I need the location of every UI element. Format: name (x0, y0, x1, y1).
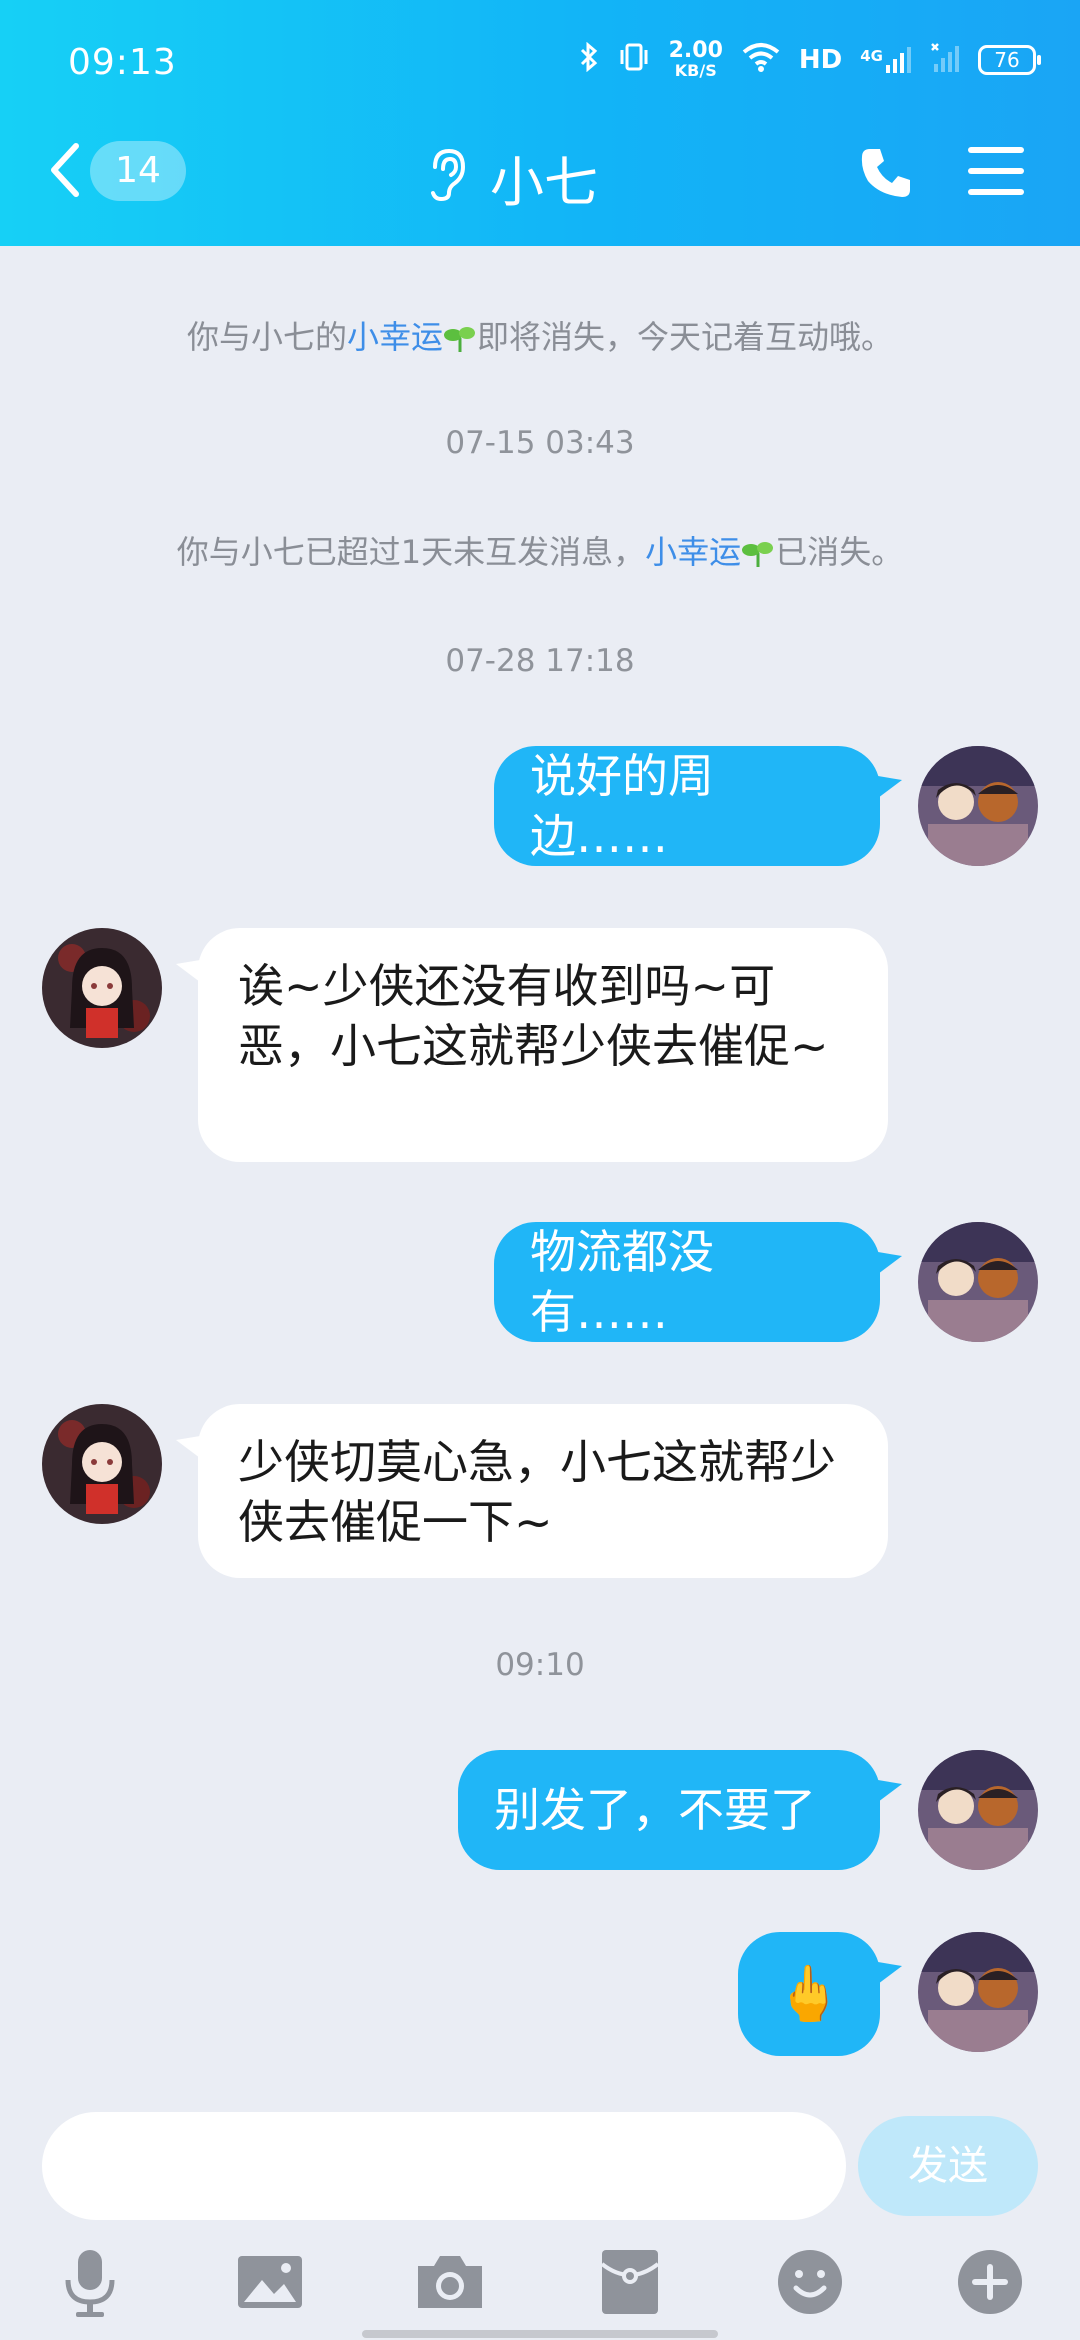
chat-title: 小七 (490, 151, 598, 214)
chat-toolbar (0, 2238, 1080, 2340)
battery-indicator: 76 (978, 45, 1041, 75)
signal-empty-icon (930, 42, 960, 79)
red-packet-icon[interactable] (594, 2246, 666, 2318)
bubble-tail (176, 960, 200, 982)
system-note-lucky-lost: 你与小七已超过1天未互发消息，小幸运 已消失。 (176, 533, 904, 571)
contact-avatar[interactable] (42, 1404, 162, 1524)
my-avatar[interactable] (918, 1932, 1038, 2052)
ear-icon[interactable] (425, 145, 469, 203)
contact-avatar[interactable] (42, 928, 162, 1048)
sprout-icon (444, 327, 475, 352)
timestamp: 09:10 (495, 1647, 585, 1683)
message-bubble-outgoing[interactable]: 说好的周边…… (494, 746, 880, 866)
timestamp: 07-28 17:18 (445, 643, 635, 679)
message-bubble-incoming[interactable]: 诶~少侠还没有收到吗~可恶，小七这就帮少侠去催促~ (198, 928, 888, 1162)
bubble-tail (878, 1252, 902, 1274)
hd-indicator: HD (798, 45, 843, 75)
vibrate-icon (617, 42, 651, 79)
status-icons: 2.00 KB/S HD 4G 76 (579, 38, 1041, 80)
sprout-icon (742, 542, 774, 567)
emoji-icon[interactable] (774, 2246, 846, 2318)
message-input[interactable] (42, 2112, 846, 2220)
back-arrow-icon[interactable] (46, 140, 82, 200)
unread-count-badge[interactable]: 14 (90, 141, 186, 201)
message-bubble-incoming[interactable]: 少侠切莫心急，小七这就帮少侠去催促一下~ (198, 1404, 888, 1578)
signal-4g-icon: 4G (860, 47, 912, 73)
lucky-link[interactable]: 小幸运 (347, 318, 443, 356)
message-bubble-outgoing[interactable]: 别发了，不要了 (458, 1750, 880, 1870)
bubble-tail (878, 1962, 902, 1984)
send-button[interactable]: 发送 (858, 2116, 1038, 2216)
menu-icon[interactable] (968, 147, 1024, 195)
system-note-lucky-expiring: 你与小七的小幸运 即将消失，今天记着互动哦。 (186, 318, 894, 356)
my-avatar[interactable] (918, 1750, 1038, 1870)
my-avatar[interactable] (918, 746, 1038, 866)
camera-icon[interactable] (414, 2246, 486, 2318)
microphone-icon[interactable] (54, 2246, 126, 2318)
home-indicator[interactable] (362, 2330, 718, 2338)
bluetooth-icon (579, 41, 599, 79)
status-time: 09:13 (68, 42, 177, 83)
timestamp: 07-15 03:43 (445, 425, 635, 461)
bubble-tail (176, 1436, 200, 1458)
bubble-tail (878, 776, 902, 798)
image-icon[interactable] (234, 2246, 306, 2318)
net-speed: 2.00 KB/S (668, 38, 723, 80)
wifi-icon (741, 42, 781, 79)
plus-icon[interactable] (954, 2246, 1026, 2318)
message-bubble-outgoing-emoji[interactable]: 🖕 (738, 1932, 880, 2056)
message-bubble-outgoing[interactable]: 物流都没有…… (494, 1222, 880, 1342)
my-avatar[interactable] (918, 1222, 1038, 1342)
chat-header: 09:13 2.00 KB/S HD 4G 76 14 小七 (0, 0, 1080, 246)
phone-icon[interactable] (858, 145, 914, 201)
bubble-tail (878, 1780, 902, 1802)
lucky-link[interactable]: 小幸运 (645, 533, 741, 571)
